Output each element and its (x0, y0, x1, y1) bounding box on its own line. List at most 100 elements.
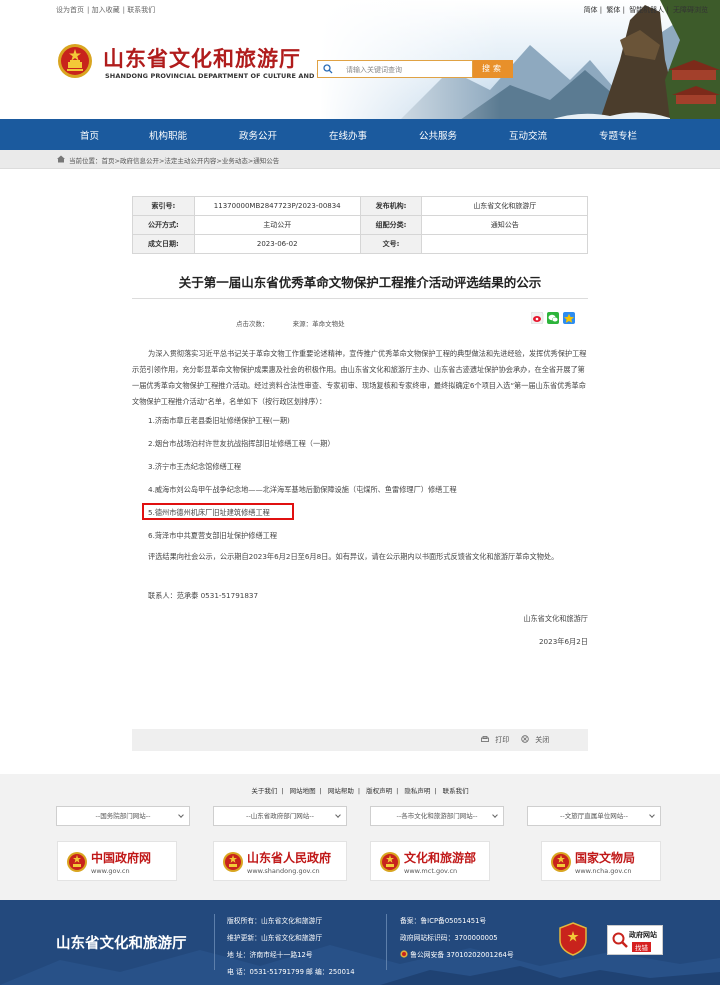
site-header: 设为首页 | 加入收藏 | 联系我们 简体 | 繁体 | 智能机器人 | 无障碍浏览… (0, 0, 720, 120)
report-error-badge[interactable]: 政府网站 找错 (607, 925, 663, 955)
magnifier-icon (612, 932, 628, 948)
footer-site-code: 政府网站标识码：3700000005 (400, 934, 498, 942)
article-intro: 为深入贯彻落实习近平总书记关于革命文物工作重要论述精神，宣传推广优秀革命文物保护… (132, 349, 587, 406)
search-button[interactable]: 搜索 (473, 60, 513, 78)
footer-link-about[interactable]: 关于我们 (251, 787, 277, 795)
report-error-title: 政府网站 (629, 931, 657, 939)
signature-date: 2023年6月2日 (538, 637, 588, 646)
footer-link-sitemap[interactable]: 网站地图 (290, 787, 316, 795)
nav-item-public-service[interactable]: 公共服务 (419, 128, 457, 142)
logo-url: www.mct.gov.cn (404, 867, 458, 875)
wechat-share-icon[interactable] (547, 312, 559, 324)
meta-category-label: 组配分类: (359, 215, 423, 235)
simplified-link[interactable]: 简体 (584, 6, 598, 14)
list-item: 1.济南市章丘老县委旧址修缮保护工程(一期) (148, 416, 290, 425)
footer-maintainer: 维护更新：山东省文化和旅游厅 (227, 934, 323, 942)
signature-org: 山东省文化和旅游厅 (523, 614, 588, 623)
footer-divider (386, 914, 387, 970)
meta-category-value: 通知公告 (421, 215, 588, 235)
site-footer: 山东省文化和旅游厅 版权所有：山东省文化和旅游厅 维护更新：山东省文化和旅游厅 … (0, 900, 720, 985)
article-closing: 评选结果向社会公示，公示期自2023年6月2日至6月8日。如有异议，请在公示期内… (148, 552, 559, 561)
logo-url: www.shandong.gov.cn (247, 867, 320, 875)
highlight-box (142, 503, 294, 520)
list-item: 3.济宁市王杰纪念馆修缮工程 (148, 462, 242, 471)
share-buttons (531, 312, 575, 324)
footer-icp[interactable]: 备案：鲁ICP备05051451号 (400, 913, 514, 930)
affiliated-units-select[interactable]: --文旅厅直属单位网站-- (527, 806, 661, 826)
set-home-link[interactable]: 设为首页 (56, 6, 84, 14)
meta-index-value: 11370000MB2847723P/2023-00834 (193, 196, 361, 216)
search-icon (323, 64, 333, 74)
meta-org-value: 山东省文化和旅游厅 (421, 196, 588, 216)
add-favorite-link[interactable]: 加入收藏 (92, 6, 120, 14)
emblem-icon (67, 852, 87, 872)
nav-item-interaction[interactable]: 互动交流 (509, 128, 547, 142)
meta-date-value: 2023-06-02 (193, 234, 361, 254)
main-navigation: 首页 机构职能 政务公开 在线办事 公共服务 互动交流 专题专栏 (0, 119, 720, 150)
print-button[interactable]: 打印 (481, 735, 509, 745)
footer-link-privacy[interactable]: 隐私声明 (404, 787, 430, 795)
list-item: 4.威海市刘公岛甲午战争纪念地——北洋海军基地后勤保障设施（屯煤所、鱼雷修理厂）… (148, 485, 457, 494)
mct-logo-link[interactable]: 文化和旅游部 www.mct.gov.cn (370, 841, 490, 881)
weibo-share-icon[interactable] (531, 312, 544, 324)
footer-info-col-2: 备案：鲁ICP备05051451号 政府网站标识码：3700000005 鲁公网… (400, 913, 514, 964)
police-badge-icon (400, 950, 408, 958)
breadcrumb-path[interactable]: 当前位置：首页>政府信息公开>法定主动公开内容>业务动态>通知公告 (69, 155, 279, 165)
select-label: --文旅厅直属单位网站-- (560, 812, 628, 820)
qzone-share-icon[interactable] (563, 312, 575, 324)
print-label: 打印 (495, 736, 510, 744)
footer-police[interactable]: 鲁公网安备 37010202001264号 (400, 947, 514, 964)
nav-item-home[interactable]: 首页 (80, 128, 99, 142)
ncha-logo-link[interactable]: 国家文物局 www.ncha.gov.cn (541, 841, 661, 881)
footer-links-area: 关于我们 | 网站地图 | 网站帮助 | 版权声明 | 隐私声明 | 联系我们 --国务院… (0, 774, 720, 900)
report-error-label: 找错 (632, 942, 651, 952)
footer-link-contact[interactable]: 联系我们 (443, 787, 469, 795)
shandong-gov-logo-link[interactable]: 山东省人民政府 www.shandong.gov.cn (213, 841, 347, 881)
top-utility-bar: 设为首页 | 加入收藏 | 联系我们 简体 | 繁体 | 智能机器人 | 无障碍浏览 (56, 6, 708, 14)
emblem-icon (551, 852, 571, 872)
emblem-icon (380, 852, 400, 872)
gov-cn-logo-link[interactable]: 中国政府网 www.gov.cn (57, 841, 177, 881)
national-emblem-icon (58, 44, 92, 78)
province-depts-select[interactable]: --山东省政府部门网站-- (213, 806, 347, 826)
article-title: 关于第一届山东省优秀革命文物保护工程推介活动评选结果的公示 (178, 275, 542, 290)
meta-mode-value: 主动公开 (193, 215, 361, 235)
close-icon (521, 735, 529, 743)
meta-index-label: 索引号: (132, 196, 195, 216)
nav-item-topics[interactable]: 专题专栏 (599, 128, 637, 142)
nav-item-functions[interactable]: 机构职能 (149, 128, 187, 142)
search-bar: 请输入关键词查询 搜索 (317, 60, 513, 78)
nav-item-online-service[interactable]: 在线办事 (329, 128, 367, 142)
meta-mode-label: 公开方式: (132, 215, 195, 235)
contact-link[interactable]: 联系我们 (127, 6, 155, 14)
footer-copyright: 版权所有：山东省文化和旅游厅 (227, 917, 323, 925)
list-item: 6.菏泽市中共夏营支部旧址保护修缮工程 (148, 531, 278, 540)
footer-link-copyright[interactable]: 版权声明 (366, 787, 392, 795)
search-placeholder: 请输入关键词查询 (346, 66, 402, 74)
close-label: 关闭 (535, 736, 550, 744)
logo-name: 中国政府网 (91, 851, 152, 865)
site-english-name: SHANDONG PROVINCIAL DEPARTMENT OF CULTUR… (105, 72, 352, 80)
footer-phone: 电 话：0531-51791799 邮 编：250014 (227, 968, 355, 976)
footer-link-help[interactable]: 网站帮助 (328, 787, 354, 795)
article-source: 来源：革命文物处 (292, 320, 345, 328)
city-depts-select[interactable]: --各市文化和旅游部门网站-- (370, 806, 504, 826)
home-icon (57, 155, 65, 163)
meta-org-label: 发布机构: (359, 196, 423, 216)
footer-info-col-1: 版权所有：山东省文化和旅游厅 维护更新：山东省文化和旅游厅 地 址：济南市经十一… (227, 913, 355, 981)
party-gov-badge-icon[interactable] (559, 922, 587, 956)
footer-police-text: 鲁公网安备 37010202001264号 (410, 951, 514, 959)
search-input[interactable]: 请输入关键词查询 (317, 60, 473, 78)
traditional-link[interactable]: 繁体 (606, 6, 620, 14)
accessible-link[interactable]: 无障碍浏览 (673, 6, 708, 14)
emblem-icon (223, 852, 243, 872)
state-council-select[interactable]: --国务院部门网站-- (56, 806, 190, 826)
select-label: --国务院部门网站-- (95, 812, 151, 820)
article-views: 点击次数： (236, 320, 269, 328)
chevron-down-icon (178, 812, 184, 818)
close-button[interactable]: 关闭 (521, 735, 549, 745)
footer-links: 关于我们 | 网站地图 | 网站帮助 | 版权声明 | 隐私声明 | 联系我们 (251, 787, 469, 795)
nav-item-gov-affairs[interactable]: 政务公开 (239, 128, 277, 142)
robot-link[interactable]: 智能机器人 (629, 6, 664, 14)
select-label: --各市文化和旅游部门网站-- (396, 812, 478, 820)
